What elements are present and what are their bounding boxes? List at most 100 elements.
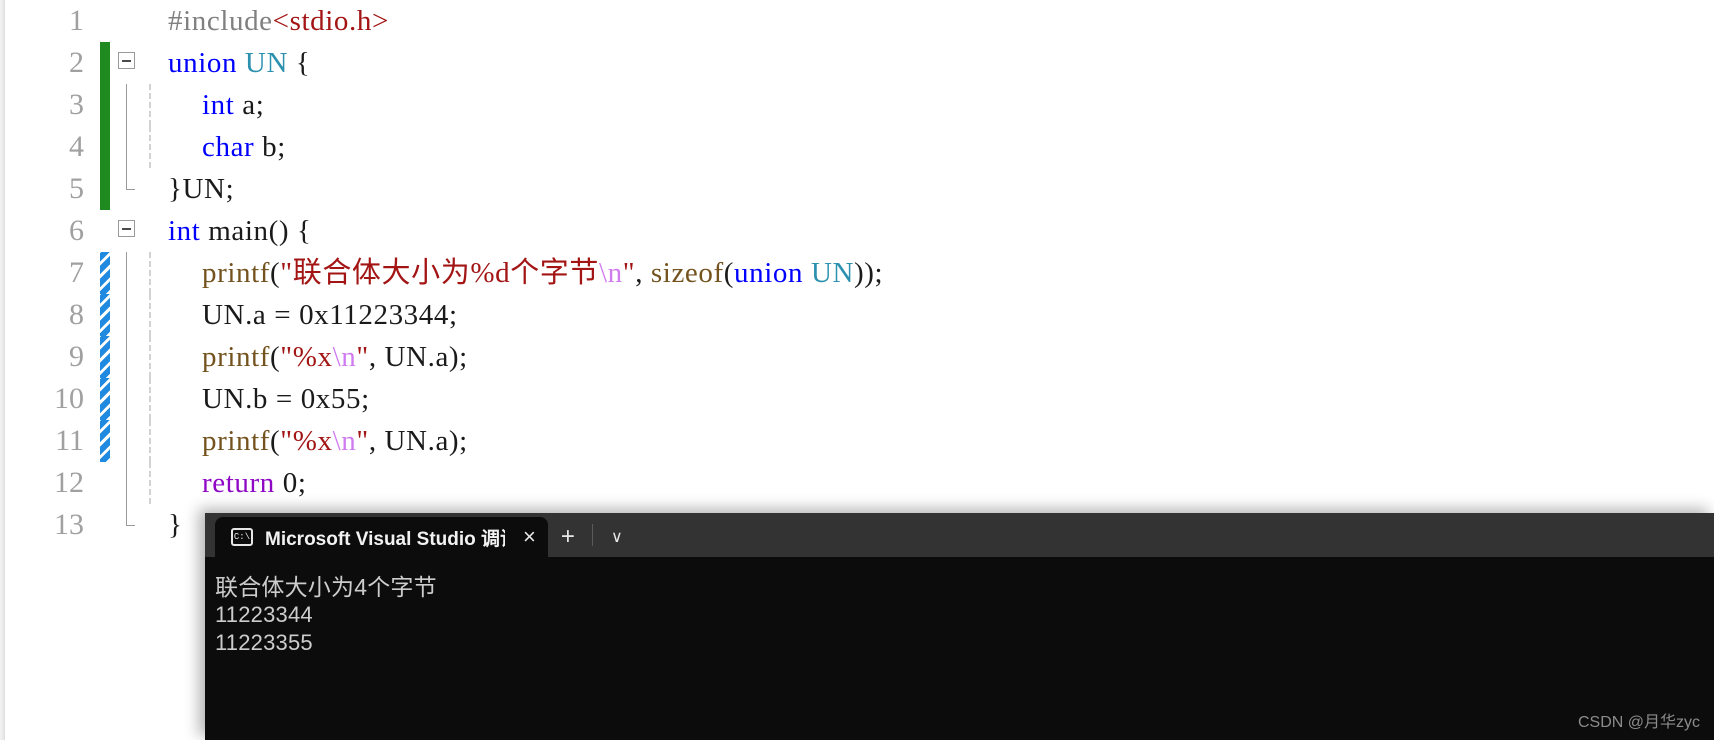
- indent-guide: [140, 42, 168, 84]
- line-number: 2: [69, 46, 84, 79]
- collapse-toggle-icon[interactable]: [118, 220, 135, 237]
- outline-margin[interactable]: [114, 252, 140, 294]
- terminal-tab-bar[interactable]: C:\ Microsoft Visual Studio 调试控 × + ∨: [205, 513, 1714, 557]
- code-line[interactable]: 7 printf("联合体大小为%d个字节\n", sizeof(union UN…: [8, 252, 1714, 294]
- code-line[interactable]: 8 UN.a = 0x11223344;: [8, 294, 1714, 336]
- change-bar: [100, 378, 110, 420]
- terminal-tab[interactable]: C:\ Microsoft Visual Studio 调试控 ×: [215, 517, 548, 557]
- code-text[interactable]: int a;: [168, 84, 264, 126]
- integrated-terminal-window[interactable]: C:\ Microsoft Visual Studio 调试控 × + ∨ 联合…: [205, 513, 1714, 740]
- indent-guide: [140, 84, 168, 126]
- code-token: #include: [168, 5, 273, 37]
- change-bar: [100, 462, 110, 504]
- indent-guide: [140, 126, 168, 168]
- code-line[interactable]: 1 #include<stdio.h>: [8, 0, 1714, 42]
- outline-vertical-line: [126, 336, 127, 378]
- outline-margin[interactable]: [114, 210, 140, 252]
- code-token: "联合体大小为%d个字节: [280, 257, 599, 289]
- code-token: a;: [234, 89, 265, 121]
- new-terminal-tab-button[interactable]: +: [548, 517, 588, 557]
- code-text[interactable]: UN.a = 0x11223344;: [168, 294, 458, 336]
- code-line[interactable]: 10 UN.b = 0x55;: [8, 378, 1714, 420]
- outline-margin[interactable]: [114, 462, 140, 504]
- code-line[interactable]: 3 int a;: [8, 84, 1714, 126]
- code-token: ": [622, 257, 636, 289]
- indent-guide: [140, 336, 168, 378]
- code-text[interactable]: union UN {: [168, 42, 310, 84]
- code-token: \n: [332, 425, 357, 457]
- outline-margin[interactable]: [114, 378, 140, 420]
- outline-margin[interactable]: [114, 168, 140, 210]
- line-number: 3: [69, 88, 84, 121]
- code-line[interactable]: 9 printf("%x\n", UN.a);: [8, 336, 1714, 378]
- code-token: UN.a =: [202, 299, 300, 331]
- code-token: ": [356, 341, 369, 373]
- code-line[interactable]: 6 int main() {: [8, 210, 1714, 252]
- code-token: ;: [361, 383, 370, 415]
- indent-guide: [140, 462, 168, 504]
- code-text[interactable]: char b;: [168, 126, 286, 168]
- code-text[interactable]: return 0;: [168, 462, 306, 504]
- indent-guide: [140, 252, 168, 294]
- code-token: sizeof: [650, 257, 724, 289]
- close-icon[interactable]: ×: [523, 526, 536, 548]
- line-number: 6: [69, 214, 84, 247]
- code-text[interactable]: }: [168, 504, 183, 546]
- change-bar: [100, 0, 110, 42]
- code-text[interactable]: int main() {: [168, 210, 312, 252]
- code-text[interactable]: printf("%x\n", UN.a);: [168, 336, 468, 378]
- watermark-text: CSDN @月华zyc: [1577, 714, 1700, 731]
- code-text[interactable]: UN.b = 0x55;: [168, 378, 370, 420]
- indent-guide: [140, 378, 168, 420]
- outline-vertical-line: [126, 420, 127, 462]
- indent-guide: [140, 504, 168, 546]
- screenshot-root: 1 #include<stdio.h> 2 union UN {3 int a; 4 cha…: [0, 0, 1714, 740]
- code-line[interactable]: 11 printf("%x\n", UN.a);: [8, 420, 1714, 462]
- code-token: ;: [449, 299, 458, 331]
- toolbar-divider: [591, 524, 593, 546]
- code-text[interactable]: printf("联合体大小为%d个字节\n", sizeof(union UN)…: [168, 252, 883, 294]
- chevron-down-icon[interactable]: ∨: [597, 517, 637, 557]
- code-token: int: [168, 215, 201, 247]
- indent-guide: [140, 294, 168, 336]
- outline-margin[interactable]: [114, 84, 140, 126]
- code-line[interactable]: 12 return 0;: [8, 462, 1714, 504]
- line-number: 12: [54, 466, 84, 499]
- code-text[interactable]: #include<stdio.h>: [168, 0, 389, 42]
- code-token: {: [288, 47, 311, 79]
- code-text[interactable]: }UN;: [168, 168, 234, 210]
- outline-margin[interactable]: [114, 420, 140, 462]
- code-token: 0: [282, 467, 298, 499]
- code-line[interactable]: 2 union UN {: [8, 42, 1714, 84]
- outline-margin[interactable]: [114, 336, 140, 378]
- terminal-output-area[interactable]: 联合体大小为4个字节 11223344 11223355 CSDN @月华zyc: [205, 557, 1714, 740]
- collapse-toggle-icon[interactable]: [118, 52, 135, 69]
- change-bar: [100, 336, 110, 378]
- outline-vertical-line: [126, 84, 127, 126]
- outline-margin[interactable]: [114, 42, 140, 84]
- change-bar: [100, 420, 110, 462]
- code-token: \n: [332, 341, 357, 373]
- outline-margin[interactable]: [114, 126, 140, 168]
- code-token: , UN.a);: [368, 341, 468, 373]
- outline-margin[interactable]: [114, 0, 140, 42]
- line-number: 10: [54, 382, 84, 415]
- code-line[interactable]: 4 char b;: [8, 126, 1714, 168]
- code-token: UN.b =: [202, 383, 301, 415]
- indent-guide: [140, 0, 168, 42]
- code-token: main() {: [200, 215, 312, 247]
- outline-margin[interactable]: [114, 294, 140, 336]
- outline-margin[interactable]: [114, 504, 140, 546]
- code-token: ,: [635, 257, 651, 289]
- outline-region-end: [126, 504, 135, 526]
- outline-region-end: [126, 168, 135, 190]
- code-text[interactable]: printf("%x\n", UN.a);: [168, 420, 468, 462]
- code-line-list: 1 #include<stdio.h> 2 union UN {3 int a; 4 cha…: [8, 0, 1714, 546]
- line-number: 1: [69, 4, 84, 37]
- code-line[interactable]: 5}UN;: [8, 168, 1714, 210]
- code-token: int: [202, 89, 235, 121]
- code-token: union: [734, 257, 804, 289]
- line-number: 7: [69, 256, 84, 289]
